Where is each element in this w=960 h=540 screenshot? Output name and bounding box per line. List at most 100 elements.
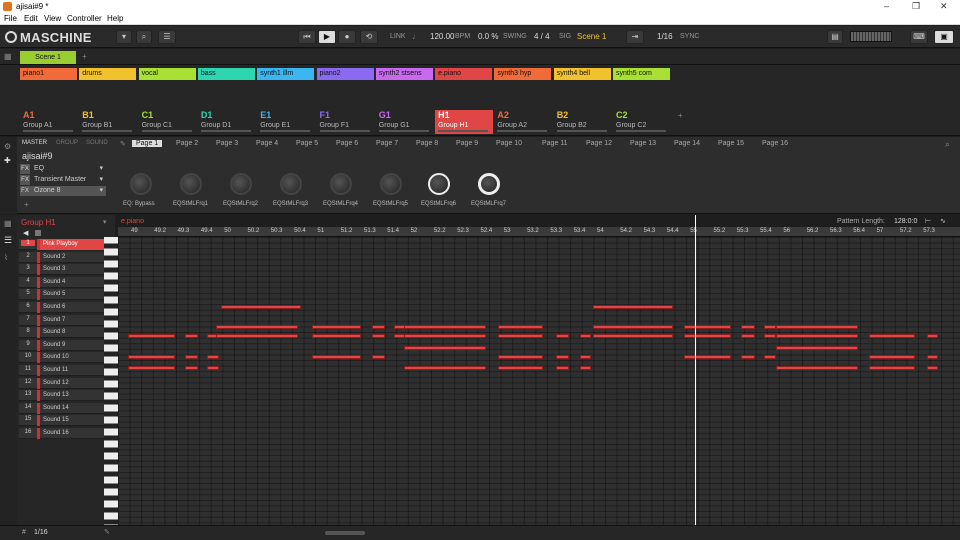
group-slot-d1[interactable]: D1 Group D1 [198,110,256,134]
piano-roll[interactable] [118,237,960,525]
midi-note[interactable] [580,355,591,359]
page-tab-14[interactable]: Page 14 [674,140,700,147]
add-scene-button[interactable]: + [82,52,87,61]
midi-note[interactable] [372,325,385,329]
scene-display[interactable]: Scene 1 [577,32,606,41]
search-icon[interactable]: ⌕ [136,30,152,44]
parameter-knob-6[interactable] [380,173,402,195]
midi-note[interactable] [185,366,198,370]
rewind-button[interactable]: ⏮ [298,30,316,44]
midi-note[interactable] [556,366,569,370]
page-tab-6[interactable]: Page 6 [336,140,358,147]
fx-slot-1[interactable]: FX EQ ▾ [20,164,106,174]
midi-note[interactable] [869,355,915,359]
midi-note[interactable] [216,334,298,338]
midi-note[interactable] [221,305,301,309]
group-slot-a2[interactable]: A2 Group A2 [494,110,552,134]
midi-note[interactable] [185,355,198,359]
grid-icon[interactable]: # [22,529,26,536]
midi-note[interactable] [764,355,776,359]
midi-note[interactable] [498,355,543,359]
parameter-knob-7[interactable] [428,173,450,195]
menu-controller[interactable]: Controller [67,14,102,23]
page-tab-16[interactable]: Page 16 [762,140,788,147]
metronome-icon[interactable]: ♩ [412,32,420,41]
midi-note[interactable] [927,366,938,370]
midi-note[interactable] [312,334,361,338]
swing-value[interactable]: 0.0 % [478,32,498,41]
sound-slot-7[interactable]: 7 Sound 7 [19,314,115,326]
midi-note[interactable] [498,366,543,370]
pattern-slot-8[interactable]: e.piano [435,68,493,80]
plugin-icon[interactable]: ✚ [4,156,11,165]
sound-slot-8[interactable]: 8 Sound 8 [19,327,115,339]
sound-slot-10[interactable]: 10 Sound 10 [19,352,115,364]
sound-slot-2[interactable]: 2 Sound 2 [19,251,115,263]
scene-slot-1[interactable]: Scene 1 [20,51,76,64]
sound-slot-1[interactable]: 1 Pink Playboy [19,239,115,250]
sound-slot-14[interactable]: 14 Sound 14 [19,402,115,414]
sound-slot-11[interactable]: 11 Sound 11 [19,365,115,376]
page-tab-7[interactable]: Page 7 [376,140,398,147]
piano-keyboard[interactable] [104,237,118,525]
midi-note[interactable] [556,355,569,359]
group-slot-c2[interactable]: C2 Group C2 [613,110,671,134]
page-tab-1[interactable]: Page 1 [132,140,163,147]
midi-note[interactable] [207,366,219,370]
midi-note[interactable] [684,325,731,329]
pattern-length-value[interactable]: 128:0:0 [894,218,917,225]
sound-slot-9[interactable]: 9 Sound 9 [19,339,115,351]
fx-slot-3[interactable]: FX Ozone 8 ▾ [20,186,106,196]
page-tab-10[interactable]: Page 10 [496,140,522,147]
timeline-ruler[interactable]: 49 49.2 49.3 49.4 50 50.2 50.3 50.4 51 51.2 51.3 51… [118,227,960,237]
midi-note[interactable] [404,325,486,329]
group-slot-c1[interactable]: C1 Group C1 [139,110,197,134]
record-button[interactable]: ● [338,30,356,44]
midi-note[interactable] [741,325,755,329]
menu-edit[interactable]: Edit [24,14,38,23]
tempo-value[interactable]: 120.00 [430,32,454,41]
midi-note[interactable] [128,334,175,338]
group-slot-f1[interactable]: F1 Group F1 [317,110,375,134]
chevron-down-icon[interactable]: ▾ [99,175,103,185]
page-tab-5[interactable]: Page 5 [296,140,318,147]
sound-slot-5[interactable]: 5 Sound 5 [19,289,115,301]
grid-value[interactable]: 1/16 [657,32,673,41]
horizontal-scrollbar[interactable] [325,531,365,535]
midi-note[interactable] [128,355,175,359]
page-tab-4[interactable]: Page 4 [256,140,278,147]
page-tab-8[interactable]: Page 8 [416,140,438,147]
sound-slot-16[interactable]: 16 Sound 16 [19,428,115,439]
midi-note[interactable] [869,366,915,370]
stop-icon[interactable] [35,230,41,236]
sound-slot-3[interactable]: 3 Sound 3 [19,264,115,276]
page-tab-9[interactable]: Page 9 [456,140,478,147]
midi-note[interactable] [684,355,731,359]
tab-group[interactable]: GROUP [56,140,78,146]
pattern-slot-6[interactable]: piano2 [316,68,374,80]
chevron-down-icon[interactable]: ▾ [116,30,132,44]
pattern-slot-1[interactable]: piano1 [20,68,77,80]
midi-note[interactable] [927,334,938,338]
midi-note[interactable] [580,366,591,370]
add-group-button[interactable]: + [678,111,683,120]
parameter-knob-4[interactable] [280,173,302,195]
chevron-down-icon[interactable]: ▾ [103,218,107,226]
midi-note[interactable] [498,325,543,329]
menu-view[interactable]: View [44,14,61,23]
midi-note[interactable] [312,355,361,359]
mixer-icon[interactable]: ☰ [158,30,176,44]
midi-note[interactable] [207,355,219,359]
parameter-knob-5[interactable] [330,173,352,195]
sound-slot-6[interactable]: 6 Sound 6 [19,302,115,313]
follow-icon[interactable]: ⇥ [626,30,644,44]
page-tab-15[interactable]: Page 15 [718,140,744,147]
page-tab-12[interactable]: Page 12 [586,140,612,147]
automation-icon[interactable]: ⌇ [4,253,8,262]
pattern-slot-10[interactable]: synth4 bell [553,68,611,80]
pattern-slot-9[interactable]: synth3 hyp [494,68,552,80]
parameter-knob-8[interactable] [478,173,500,195]
page-tab-13[interactable]: Page 13 [630,140,656,147]
pattern-slot-7[interactable]: synth2 stsens [375,68,433,80]
midi-note[interactable] [593,334,673,338]
